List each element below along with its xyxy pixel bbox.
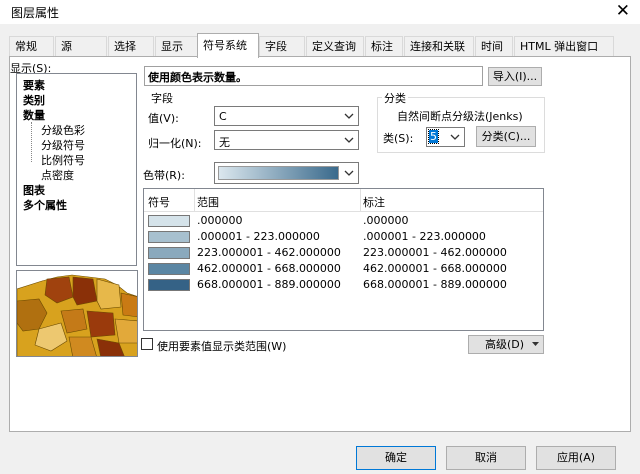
show-item-charts[interactable]: 图表 [23, 182, 45, 198]
class-label-cell[interactable]: 223.000001 - 462.000000 [363, 246, 507, 259]
column-header-label[interactable]: 标注 [363, 194, 385, 210]
column-divider [194, 189, 195, 211]
preview-map-image [16, 270, 138, 357]
title-bar: 图层属性 ✕ [0, 0, 640, 24]
normalization-select[interactable]: 无 [214, 130, 359, 150]
ok-button[interactable]: 确定 [356, 446, 436, 470]
window-title: 图层属性 [11, 6, 60, 20]
value-label: 值(V): [148, 112, 179, 125]
class-range-cell[interactable]: 462.000001 - 668.000000 [197, 262, 341, 275]
color-ramp-swatch [218, 166, 339, 180]
class-symbol-swatch[interactable] [148, 231, 190, 243]
show-item-graduated-colors[interactable]: 分级色彩 [41, 122, 85, 138]
class-range-cell[interactable]: .000001 - 223.000000 [197, 230, 320, 243]
class-label-cell[interactable]: .000000 [363, 214, 409, 227]
tab-time[interactable]: 时间 [475, 36, 513, 57]
show-item-dot-density[interactable]: 点密度 [41, 167, 74, 183]
tree-line [31, 122, 39, 162]
normalization-label: 归一化(N): [148, 137, 202, 150]
show-item-graduated-symbols[interactable]: 分级符号 [41, 137, 85, 153]
classify-button[interactable]: 分类(C)... [476, 126, 536, 147]
advanced-button-label: 高级(D) [485, 338, 525, 351]
chevron-down-icon [344, 137, 354, 143]
class-range-cell[interactable]: 223.000001 - 462.000000 [197, 246, 341, 259]
column-header-symbol[interactable]: 符号 [148, 194, 170, 210]
value-field-select[interactable]: C [214, 106, 359, 126]
normalization-selected: 无 [219, 136, 230, 149]
show-item-quantities[interactable]: 数量 [23, 107, 45, 123]
tab-general[interactable]: 常规 [9, 36, 54, 57]
renderer-description: 使用颜色表示数量。 [144, 66, 483, 86]
tab-display[interactable]: 显示 [155, 36, 201, 57]
class-label-cell[interactable]: 462.000001 - 668.000000 [363, 262, 507, 275]
chevron-down-icon [344, 170, 354, 176]
africa-map-icon [17, 271, 137, 356]
show-class-ranges-label[interactable]: 使用要素值显示类范围(W) [157, 338, 286, 354]
fields-group-label: 字段 [151, 92, 173, 105]
show-item-multiple-attributes[interactable]: 多个属性 [23, 197, 67, 213]
class-symbol-swatch[interactable] [148, 279, 190, 291]
show-item-proportional-symbols[interactable]: 比例符号 [41, 152, 85, 168]
header-divider [144, 211, 543, 212]
classes-label: 类(S): [383, 132, 414, 145]
classes-select[interactable]: 5 [426, 127, 465, 147]
classification-group-label: 分类 [382, 90, 408, 106]
tab-joins-relates[interactable]: 连接和关联 [404, 36, 474, 57]
class-label-cell[interactable]: 668.000001 - 889.000000 [363, 278, 507, 291]
column-divider [360, 189, 361, 211]
tab-symbology[interactable]: 符号系统 [197, 33, 259, 58]
cancel-button[interactable]: 取消 [446, 446, 526, 470]
class-table[interactable]: 符号 范围 标注 .000000 .000000 .000001 - 223.0… [143, 188, 544, 331]
close-button[interactable]: ✕ [616, 1, 630, 21]
import-button[interactable]: 导入(I)... [488, 67, 542, 86]
dropdown-triangle-icon [532, 342, 539, 346]
classes-selected: 5 [428, 129, 439, 144]
class-symbol-swatch[interactable] [148, 247, 190, 259]
color-ramp-label: 色带(R): [143, 169, 185, 182]
column-header-range[interactable]: 范围 [197, 194, 219, 210]
tab-definition-query[interactable]: 定义查询 [306, 36, 364, 57]
tab-labels[interactable]: 标注 [365, 36, 403, 57]
apply-button[interactable]: 应用(A) [536, 446, 616, 470]
class-label-cell[interactable]: .000001 - 223.000000 [363, 230, 486, 243]
class-range-cell[interactable]: 668.000001 - 889.000000 [197, 278, 341, 291]
chevron-down-icon [344, 113, 354, 119]
value-field-selected: C [219, 110, 227, 123]
class-symbol-swatch[interactable] [148, 263, 190, 275]
tab-fields[interactable]: 字段 [259, 36, 305, 57]
show-item-categories[interactable]: 类别 [23, 92, 45, 108]
show-list[interactable]: 要素 类别 数量 分级色彩 分级符号 比例符号 点密度 图表 多个属性 [16, 73, 137, 266]
chevron-down-icon [450, 134, 460, 140]
class-range-cell[interactable]: .000000 [197, 214, 243, 227]
class-symbol-swatch[interactable] [148, 215, 190, 227]
color-ramp-select[interactable] [214, 162, 359, 184]
classification-method: 自然间断点分级法(Jenks) [397, 110, 523, 123]
tab-source[interactable]: 源 [55, 36, 107, 57]
advanced-button[interactable]: 高级(D) [468, 335, 544, 354]
tab-html-popup[interactable]: HTML 弹出窗口 [514, 36, 614, 57]
show-class-ranges-checkbox[interactable] [141, 338, 153, 350]
tab-selection[interactable]: 选择 [108, 36, 154, 57]
show-item-features[interactable]: 要素 [23, 77, 45, 93]
